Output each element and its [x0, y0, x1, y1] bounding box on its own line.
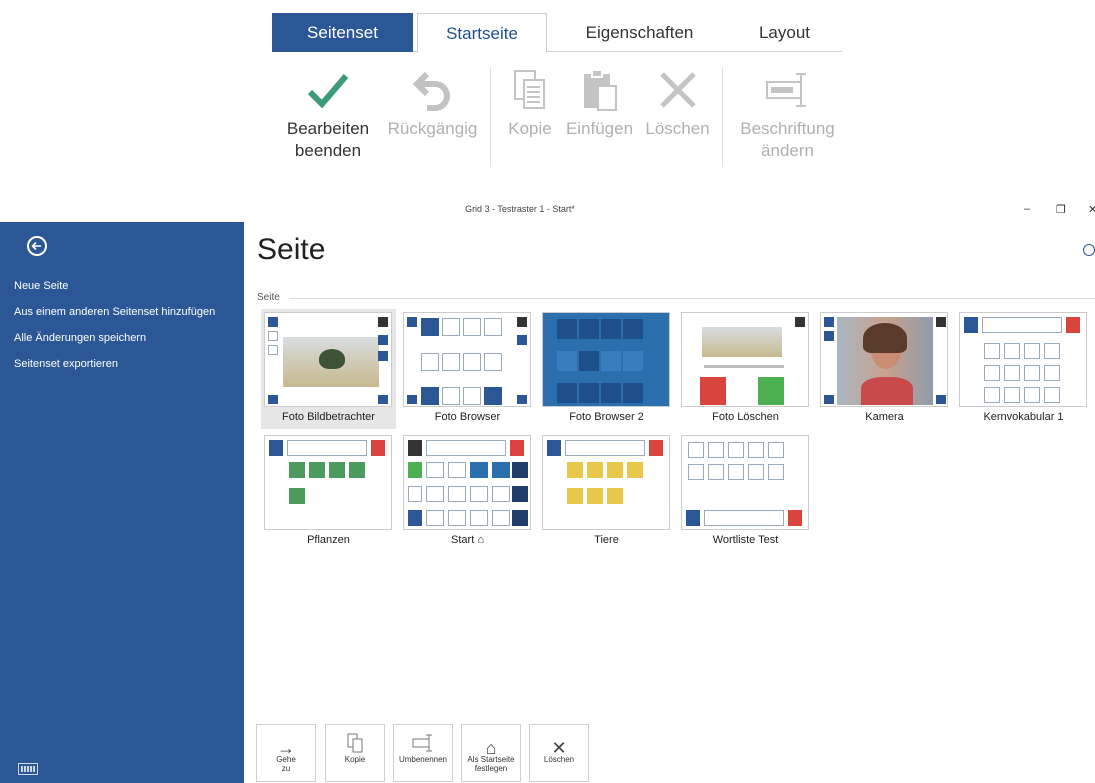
rename-label: Umbenennen: [398, 755, 448, 764]
sidebar-item-new-page[interactable]: Neue Seite: [14, 279, 215, 305]
undo-button[interactable]: Rückgängig: [380, 62, 485, 140]
page-label: Foto Bildbetrachter: [282, 411, 375, 423]
page-label: Start ⌂: [400, 534, 535, 546]
delete-button[interactable]: Löschen: [640, 62, 715, 140]
tab-startseite[interactable]: Startseite: [417, 13, 547, 53]
finish-editing-button[interactable]: Bearbeiten beenden: [278, 62, 378, 162]
goto-label-2: zu: [281, 764, 291, 773]
goto-button[interactable]: → Gehe zu: [256, 724, 316, 782]
close-icon: [640, 62, 715, 118]
page-tile[interactable]: Start ⌂: [400, 432, 535, 547]
sidebar-item-save-all[interactable]: Alle Änderungen speichern: [14, 331, 215, 357]
page-tile[interactable]: Kernvokabular 1: [956, 309, 1091, 429]
change-caption-button[interactable]: Beschriftung ändern: [730, 62, 845, 162]
page-tile[interactable]: Tiere: [539, 432, 674, 547]
page-tile[interactable]: Foto Löschen: [678, 309, 813, 429]
page-thumbnail: [264, 312, 392, 407]
page-thumbnail: [403, 435, 531, 530]
sidebar-item-export[interactable]: Seitenset exportieren: [14, 357, 215, 383]
sidebar: Neue Seite Aus einem anderen Seitenset h…: [0, 222, 244, 783]
page-label: Foto Browser: [434, 411, 501, 423]
page-tile[interactable]: Foto Browser: [400, 309, 535, 429]
rename-button[interactable]: Umbenennen: [393, 724, 453, 782]
page-thumbnail: [403, 312, 531, 407]
sidebar-item-add-from-set[interactable]: Aus einem anderen Seitenset hinzufügen: [14, 305, 215, 331]
goto-label-1: Gehe: [276, 755, 296, 764]
page-thumbnail: [820, 312, 948, 407]
tab-layout[interactable]: Layout: [727, 13, 842, 52]
copy-icon: [326, 725, 384, 755]
delete-page-button[interactable]: ✕ Löschen: [529, 724, 589, 782]
close-button[interactable]: ✕: [1088, 203, 1095, 216]
paste-label: Einfügen: [565, 119, 634, 138]
tab-eigenschaften[interactable]: Eigenschaften: [557, 13, 722, 52]
page-thumbnail: [959, 312, 1087, 407]
minimize-button[interactable]: –: [1024, 203, 1030, 215]
caption-label-1: Beschriftung: [740, 119, 835, 138]
delete-label: Löschen: [645, 119, 710, 138]
maximize-button[interactable]: ❐: [1056, 203, 1066, 216]
page-thumbnail: [542, 435, 670, 530]
landscape-photo: [283, 337, 379, 387]
rename-icon: [394, 725, 452, 755]
ribbon-separator: [490, 67, 491, 167]
page-label: Foto Browser 2: [569, 411, 644, 423]
set-home-label-1: Als Startseite: [467, 755, 515, 764]
page-thumbnail: [681, 312, 809, 407]
page-label: Wortliste Test: [712, 534, 779, 546]
keyboard-icon[interactable]: [18, 763, 38, 775]
page-label: Kamera: [865, 411, 904, 423]
page-tile[interactable]: Foto Bildbetrachter: [261, 309, 396, 429]
home-icon: ⌂: [485, 738, 497, 758]
page-thumbnail: [681, 435, 809, 530]
page-label: Foto Löschen: [712, 411, 779, 423]
sidebar-menu: Neue Seite Aus einem anderen Seitenset h…: [14, 279, 215, 383]
copy-label: Kopie: [508, 119, 552, 138]
copy-icon: [500, 62, 560, 118]
arrow-right-icon: →: [277, 738, 295, 758]
delete-page-label: Löschen: [543, 755, 575, 764]
page-label: Kernvokabular 1: [983, 411, 1064, 423]
copy-page-label: Kopie: [344, 755, 366, 764]
confirm-icon: [758, 377, 784, 405]
page-title: Seite: [257, 233, 326, 266]
home-icon: ⌂: [477, 534, 484, 546]
camera-photo: [837, 317, 933, 405]
paste-button[interactable]: Einfügen: [562, 62, 637, 140]
page-label-text: Start: [451, 534, 475, 546]
section-label: Seite: [257, 292, 280, 303]
set-home-button[interactable]: ⌂ Als Startseite festlegen: [461, 724, 521, 782]
page-thumbnail: [264, 435, 392, 530]
close-icon: ✕: [551, 738, 567, 758]
finish-label-1: Bearbeiten: [286, 119, 370, 138]
copy-button[interactable]: Kopie: [500, 62, 560, 140]
page-thumbnail: [542, 312, 670, 407]
set-home-label-2: festlegen: [474, 764, 508, 773]
caption-label-2: ändern: [761, 141, 814, 160]
cancel-icon: [700, 377, 726, 405]
ribbon-tabs: Seitenset Startseite Eigenschaften Layou…: [272, 13, 842, 53]
landscape-photo: [702, 327, 782, 357]
ribbon-separator: [722, 67, 723, 167]
page-label: Pflanzen: [307, 534, 350, 546]
tab-seitenset[interactable]: Seitenset: [272, 13, 413, 52]
page-tile[interactable]: Foto Browser 2: [539, 309, 674, 429]
caption-icon: [730, 62, 845, 118]
copy-page-button[interactable]: Kopie: [325, 724, 385, 782]
section-divider: [289, 298, 1095, 299]
window-title: Grid 3 - Testraster 1 - Start*: [465, 204, 575, 214]
page-tile[interactable]: Wortliste Test: [678, 432, 813, 547]
undo-label: Rückgängig: [387, 119, 478, 138]
search-icon[interactable]: [1083, 244, 1095, 256]
page-tile[interactable]: Kamera: [817, 309, 952, 429]
finish-label-2: beenden: [294, 141, 362, 160]
checkmark-icon: [278, 62, 378, 118]
page-label: Tiere: [594, 534, 619, 546]
undo-icon: [380, 62, 485, 118]
paste-icon: [562, 62, 637, 118]
back-arrow-icon[interactable]: [27, 236, 47, 256]
page-tile[interactable]: Pflanzen: [261, 432, 396, 547]
